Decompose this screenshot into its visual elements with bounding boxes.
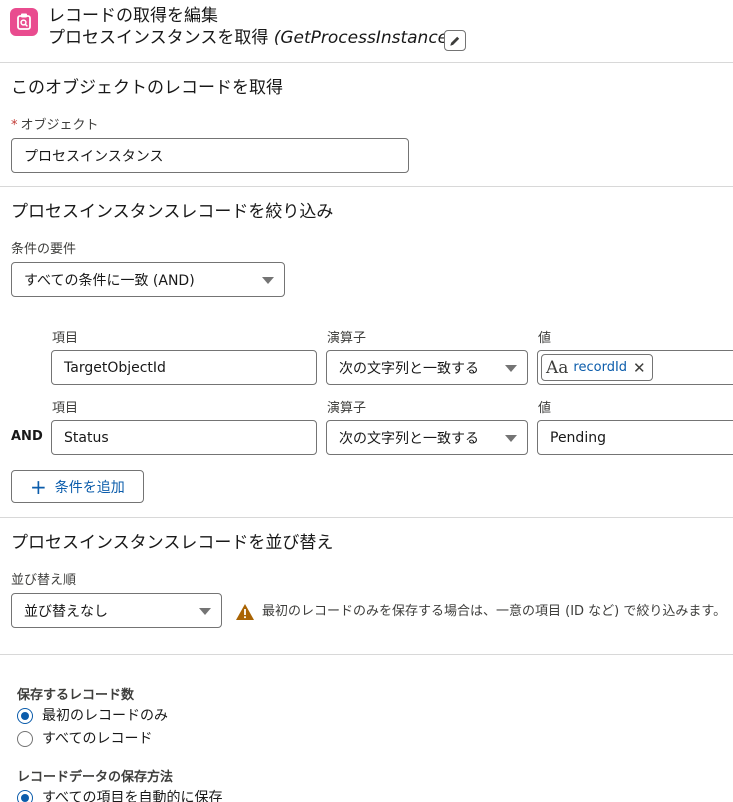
condition-operator-label: 演算子 bbox=[327, 331, 367, 346]
condition-field-input[interactable]: Status bbox=[51, 420, 317, 455]
object-section-title: このオブジェクトのレコードを取得 bbox=[11, 78, 283, 98]
radio-all-records-label: すべてのレコード bbox=[42, 731, 153, 747]
chevron-down-icon bbox=[262, 276, 274, 284]
add-condition-button[interactable]: + 条件を追加 bbox=[11, 470, 144, 503]
chevron-down-icon bbox=[199, 607, 211, 615]
condition-requirement-select[interactable]: すべての条件に一致 (AND) bbox=[11, 262, 285, 297]
add-condition-label: 条件を追加 bbox=[54, 479, 125, 496]
sort-section-title: プロセスインスタンスレコードを並び替え bbox=[11, 533, 334, 553]
condition-operator-select[interactable]: 次の文字列と一致する bbox=[326, 350, 528, 385]
condition-operator-value: 次の文字列と一致する bbox=[339, 360, 479, 377]
divider bbox=[0, 654, 733, 655]
condition-operator-select[interactable]: 次の文字列と一致する bbox=[326, 420, 528, 455]
chevron-down-icon bbox=[505, 434, 517, 442]
element-label: プロセスインスタンスを取得 (GetProcessInstance) bbox=[48, 27, 455, 49]
radio-all-records[interactable] bbox=[17, 731, 33, 747]
object-field-label: * オブジェクト bbox=[11, 118, 99, 134]
sort-warning-text: 最初のレコードのみを保存する場合は、一意の項目 (ID など) で絞り込みます。 bbox=[262, 604, 727, 619]
store-method-label: レコードデータの保存方法 bbox=[17, 770, 174, 785]
sort-order-label: 並び替え順 bbox=[11, 573, 77, 588]
divider bbox=[0, 517, 733, 518]
condition-value-label: 値 bbox=[538, 331, 552, 346]
condition-field-label: 項目 bbox=[52, 401, 79, 416]
radio-first-record-label: 最初のレコードのみ bbox=[42, 708, 168, 724]
records-count-label: 保存するレコード数 bbox=[17, 688, 135, 703]
sort-order-select[interactable]: 並び替えなし bbox=[11, 593, 222, 628]
radio-auto-store-label: すべての項目を自動的に保存 bbox=[42, 790, 223, 802]
warning-icon bbox=[236, 604, 254, 620]
sort-order-value: 並び替えなし bbox=[24, 603, 108, 620]
resource-pill-label: recordId bbox=[573, 360, 628, 375]
get-records-icon bbox=[10, 8, 38, 36]
filter-section-title: プロセスインスタンスレコードを絞り込み bbox=[11, 202, 334, 222]
condition-value-label: 値 bbox=[538, 401, 552, 416]
edit-label-button[interactable] bbox=[444, 30, 466, 51]
condition-value-input[interactable]: Pending bbox=[537, 420, 733, 455]
chevron-down-icon bbox=[505, 364, 517, 372]
condition-operator-value: 次の文字列と一致する bbox=[339, 430, 479, 447]
element-subtitle: プロセスインスタンスを取得 bbox=[48, 28, 269, 48]
text-resource-icon: Aa bbox=[546, 357, 569, 378]
resource-pill[interactable]: Aa recordId ✕ bbox=[541, 354, 653, 381]
radio-first-record[interactable] bbox=[17, 708, 33, 724]
divider bbox=[0, 62, 733, 63]
plus-icon: + bbox=[30, 474, 47, 499]
element-api-name: (GetProcessInstance) bbox=[273, 28, 455, 48]
pencil-icon bbox=[450, 36, 460, 46]
object-input[interactable]: プロセスインスタンス bbox=[11, 138, 409, 173]
object-label-text: オブジェクト bbox=[20, 118, 99, 133]
condition-field-input[interactable]: TargetObjectId bbox=[51, 350, 317, 385]
divider bbox=[0, 186, 733, 187]
required-mark: * bbox=[11, 118, 18, 133]
condition-requirement-value: すべての条件に一致 (AND) bbox=[24, 272, 195, 289]
radio-auto-store[interactable] bbox=[17, 790, 33, 802]
condition-field-label: 項目 bbox=[52, 331, 79, 346]
close-icon[interactable]: ✕ bbox=[633, 359, 646, 377]
condition-operator-label: 演算子 bbox=[327, 401, 367, 416]
condition-connector: AND bbox=[11, 429, 43, 444]
condition-requirement-label: 条件の要件 bbox=[11, 242, 77, 257]
page-title: レコードの取得を編集 bbox=[48, 6, 218, 26]
